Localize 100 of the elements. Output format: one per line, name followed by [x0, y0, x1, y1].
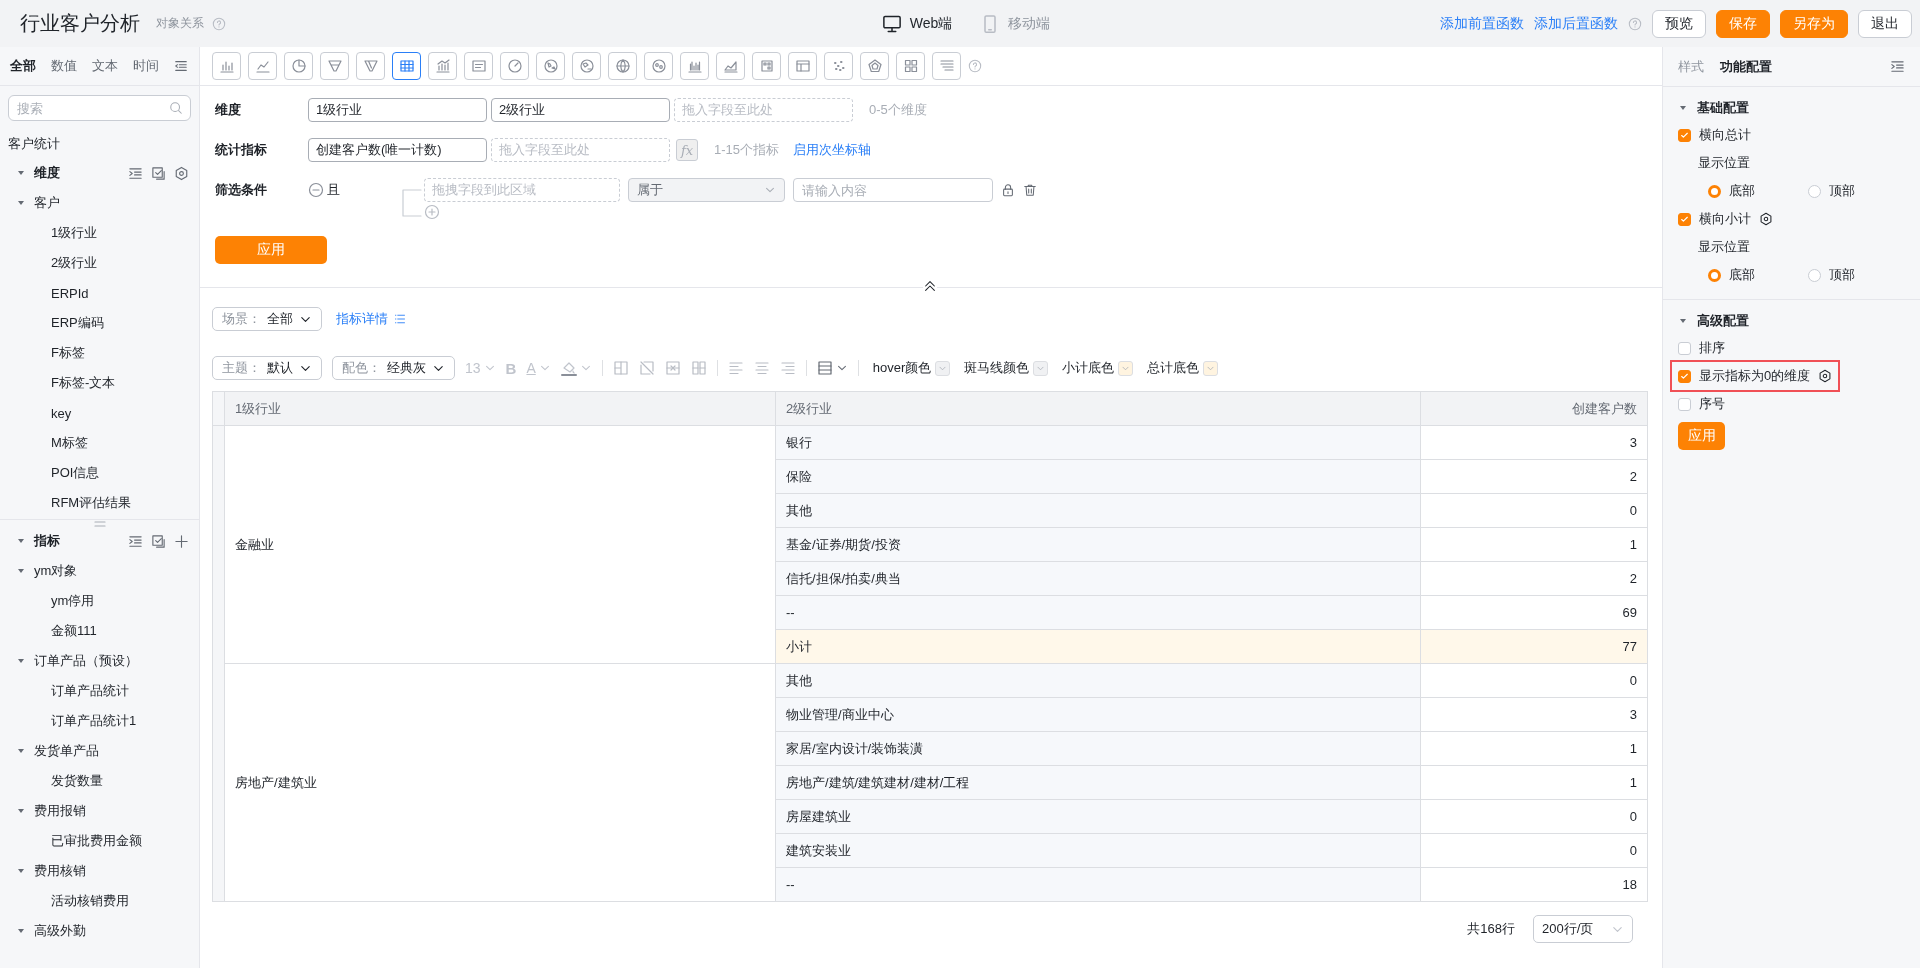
- border-style-button[interactable]: [816, 360, 848, 376]
- dropdown[interactable]: 主题： 默认: [212, 356, 322, 380]
- operator-select[interactable]: 属于: [628, 178, 785, 202]
- clear-icon[interactable]: [638, 360, 655, 376]
- chart-type-button[interactable]: [788, 52, 817, 80]
- field-item[interactable]: 金额111: [51, 622, 97, 640]
- checklist-icon[interactable]: [151, 165, 166, 181]
- delete-icon[interactable]: [1023, 183, 1037, 197]
- scene-select[interactable]: 场景： 全部: [212, 307, 322, 331]
- link[interactable]: 添加后置函数: [1534, 14, 1618, 33]
- color-swatch[interactable]: [1033, 360, 1049, 376]
- chart-type-button[interactable]: [896, 52, 925, 80]
- folder-item[interactable]: ym对象: [34, 562, 78, 580]
- chart-type-button[interactable]: [464, 52, 493, 80]
- header-button[interactable]: 预览: [1652, 9, 1706, 38]
- chart-type-button[interactable]: [320, 52, 349, 80]
- checkbox[interactable]: [1678, 128, 1691, 142]
- field-item[interactable]: ERP编码: [51, 314, 104, 332]
- insert-column-icon[interactable]: [612, 360, 629, 376]
- field-item[interactable]: F标签: [51, 344, 85, 362]
- folder-item[interactable]: 费用报销: [34, 802, 86, 820]
- color-swatch[interactable]: [1118, 360, 1134, 376]
- folder-item[interactable]: 客户: [34, 194, 60, 212]
- field-chip[interactable]: 1级行业: [308, 98, 487, 122]
- section-title[interactable]: 指标: [34, 532, 60, 550]
- checkbox[interactable]: [1678, 341, 1691, 355]
- section-title[interactable]: 维度: [34, 164, 60, 182]
- collapse-icon[interactable]: [174, 59, 188, 73]
- link[interactable]: 启用次坐标轴: [793, 141, 872, 159]
- folder-item[interactable]: 发货单产品: [34, 742, 99, 760]
- chart-type-button[interactable]: [860, 52, 889, 80]
- chart-type-button[interactable]: [356, 52, 385, 80]
- chart-type-button[interactable]: [644, 52, 673, 80]
- chart-type-button[interactable]: [428, 52, 457, 80]
- link[interactable]: 指标详情: [336, 310, 406, 328]
- field-item[interactable]: 2级行业: [51, 254, 98, 272]
- chart-type-button[interactable]: [284, 52, 313, 80]
- field-item[interactable]: ym停用: [51, 592, 95, 610]
- chart-type-button[interactable]: [932, 52, 961, 80]
- field-item[interactable]: 订单产品统计: [51, 682, 129, 700]
- field-item[interactable]: 活动核销费用: [51, 892, 129, 910]
- drag-handle-icon[interactable]: [94, 520, 106, 528]
- filter-tab[interactable]: 数值: [51, 57, 77, 75]
- plus-icon[interactable]: [174, 533, 189, 549]
- field-item[interactable]: ERPId: [51, 285, 89, 301]
- indent-icon[interactable]: [128, 533, 143, 549]
- dropdown[interactable]: 配色： 经典灰: [332, 356, 455, 380]
- chart-type-button[interactable]: [716, 52, 745, 80]
- field-item[interactable]: RFM评估结果: [51, 494, 132, 512]
- add-icon[interactable]: [424, 204, 440, 220]
- checkbox[interactable]: [1678, 212, 1691, 226]
- settings-icon[interactable]: [1759, 212, 1773, 226]
- align-left-icon[interactable]: [727, 360, 744, 376]
- checkbox[interactable]: [1678, 369, 1691, 383]
- radio-button[interactable]: [1808, 184, 1821, 198]
- page-size-select[interactable]: 200行/页: [1533, 915, 1633, 943]
- merge-cells-icon[interactable]: [664, 360, 681, 376]
- align-center-icon[interactable]: [753, 360, 770, 376]
- radio-button[interactable]: [1708, 268, 1721, 282]
- field-item[interactable]: 订单产品统计1: [51, 712, 137, 730]
- indent-icon[interactable]: [128, 165, 143, 181]
- panel-tab[interactable]: 功能配置: [1720, 57, 1772, 76]
- field-item[interactable]: key: [51, 405, 72, 421]
- checkbox[interactable]: [1678, 397, 1691, 411]
- folder-item[interactable]: 费用核销: [34, 862, 86, 880]
- device-tab[interactable]: Web端: [881, 13, 953, 34]
- color-swatch[interactable]: [935, 360, 951, 376]
- folder-item[interactable]: 订单产品（预设）: [34, 652, 138, 670]
- filter-tab[interactable]: 文本: [92, 57, 118, 75]
- field-item[interactable]: 已审批费用金额: [51, 832, 142, 850]
- filter-tab[interactable]: 时间: [133, 57, 159, 75]
- field-chip[interactable]: 创建客户数(唯一计数): [308, 138, 487, 162]
- chart-type-button[interactable]: [212, 52, 241, 80]
- header-button[interactable]: 退出: [1858, 9, 1912, 38]
- chart-type-button[interactable]: [752, 52, 781, 80]
- value-input[interactable]: 请输入内容: [793, 178, 993, 202]
- chart-type-button[interactable]: [536, 52, 565, 80]
- field-item[interactable]: POI信息: [51, 464, 100, 482]
- field-item[interactable]: M标签: [51, 434, 88, 452]
- search-field[interactable]: 搜索: [8, 95, 191, 121]
- lock-icon[interactable]: [1001, 183, 1015, 197]
- folder-item[interactable]: 高级外勤: [34, 922, 86, 940]
- field-item[interactable]: F标签-文本: [51, 374, 116, 392]
- remove-icon[interactable]: [308, 182, 324, 198]
- filter-tab[interactable]: 全部: [10, 57, 36, 75]
- field-item[interactable]: 发货数量: [51, 772, 103, 790]
- chart-type-button[interactable]: [608, 52, 637, 80]
- chart-type-button[interactable]: [824, 52, 853, 80]
- radio-button[interactable]: [1808, 268, 1821, 282]
- radio-button[interactable]: [1708, 184, 1721, 198]
- chart-type-button[interactable]: [248, 52, 277, 80]
- checklist-icon[interactable]: [151, 533, 166, 549]
- settings-icon[interactable]: [1818, 369, 1833, 383]
- color-swatch[interactable]: [1203, 360, 1219, 376]
- align-right-icon[interactable]: [779, 360, 796, 376]
- chart-type-button[interactable]: [572, 52, 601, 80]
- field-item[interactable]: 1级行业: [51, 224, 98, 242]
- chart-type-button[interactable]: [392, 52, 421, 80]
- field-chip[interactable]: 2级行业: [491, 98, 670, 122]
- split-cells-icon[interactable]: [690, 360, 707, 376]
